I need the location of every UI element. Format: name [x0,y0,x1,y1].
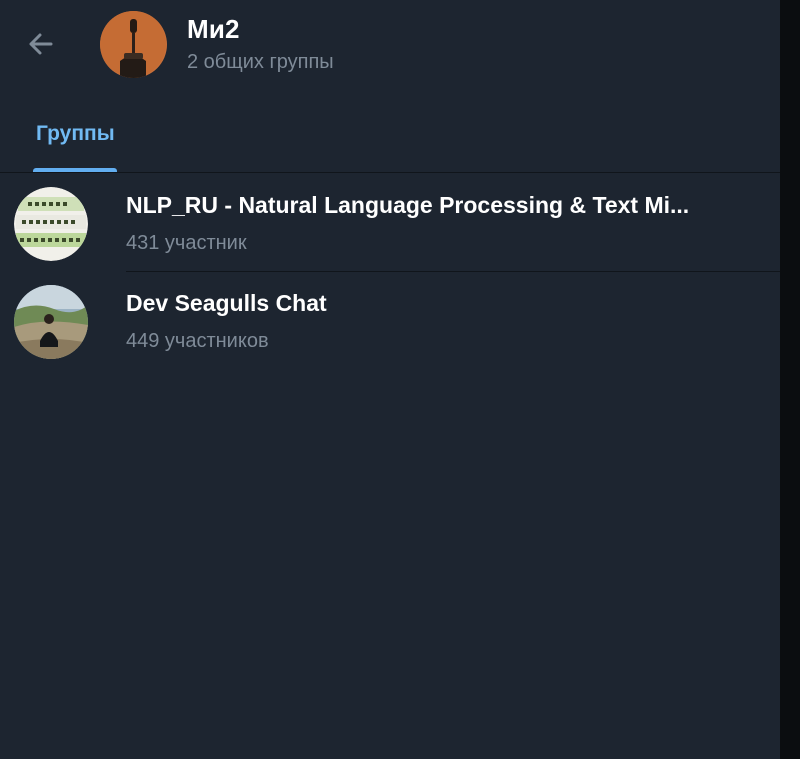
group-title: NLP_RU - Natural Language Processing & T… [126,192,690,218]
page-title: Ми2 [187,14,240,44]
window-edge [780,0,800,759]
member-count: 431 участник [126,232,247,254]
arrow-left-icon [29,33,53,55]
avatar[interactable] [100,11,167,78]
group-title: Dev Seagulls Chat [126,290,327,316]
tab-bar: Группы [0,100,780,173]
tab-groups-label: Группы [36,122,115,145]
active-tab-indicator [33,168,117,172]
groups-list: NLP_RU - Natural Language Processing & T… [0,174,780,370]
group-avatar [14,187,88,261]
page-subtitle: 2 общих группы [187,51,334,73]
list-item[interactable]: Dev Seagulls Chat 449 участников [0,272,780,370]
group-avatar [14,285,88,359]
member-count: 449 участников [126,330,269,352]
list-item[interactable]: NLP_RU - Natural Language Processing & T… [0,174,780,272]
tab-groups[interactable]: Группы [33,100,117,172]
back-button[interactable] [20,24,60,64]
shared-groups-panel: Ми2 2 общих группы Группы NLP_RU - Natur… [0,0,780,759]
header: Ми2 2 общих группы [0,0,780,90]
